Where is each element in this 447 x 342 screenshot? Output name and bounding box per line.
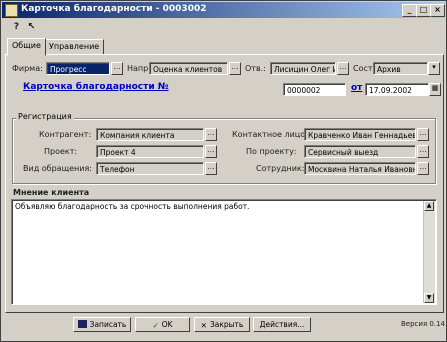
opinion-title: Мнение клиента <box>13 188 90 197</box>
card-link[interactable]: Карточка благодарности № <box>23 82 169 92</box>
scroll-down-icon[interactable]: ▼ <box>424 293 434 303</box>
help-icon[interactable]: ? <box>10 21 23 33</box>
opinion-scrollbar[interactable]: ▲ ▼ <box>423 201 435 303</box>
date-from-label: от <box>351 83 363 93</box>
employee-label: Сотрудник: <box>256 164 305 173</box>
document-icon <box>5 4 18 17</box>
contact-field[interactable]: Кравченко Иван Геннадьев <box>304 128 416 141</box>
channel-select-button[interactable]: … <box>205 162 217 175</box>
firm-field[interactable]: Прогресс <box>46 62 110 75</box>
direction-field[interactable]: Оценка клиентов <box>149 62 228 75</box>
calendar-button[interactable]: ▦ <box>429 83 441 96</box>
employee-select-button[interactable]: … <box>417 162 429 175</box>
pointer-icon[interactable]: ↖ <box>25 21 38 33</box>
title-bar[interactable]: Карточка благодарности - 0003002 _ □ × <box>2 2 445 18</box>
scroll-up-icon[interactable]: ▲ <box>424 201 434 211</box>
tab-general[interactable]: Общие <box>7 38 46 56</box>
subject-select-button[interactable]: … <box>417 145 429 158</box>
save-button-label: Записать <box>89 320 127 329</box>
maximize-button[interactable]: □ <box>416 4 431 17</box>
counterparty-field[interactable]: Компания клиента <box>96 128 204 141</box>
counterparty-label: Контрагент: <box>39 130 92 139</box>
registration-title: Регистрация <box>16 112 74 121</box>
toolbar: ? ↖ <box>2 19 445 36</box>
checkmark-icon: ✓ <box>152 321 159 330</box>
opinion-text: Объявляю благодарность за срочность выпо… <box>15 202 250 211</box>
actions-button[interactable]: Действия... <box>253 317 311 332</box>
firm-label: Фирма: <box>12 64 43 73</box>
app-window: Карточка благодарности - 0003002 _ □ × ?… <box>0 0 447 342</box>
subject-label: По проекту: <box>246 147 297 156</box>
direction-select-button[interactable]: … <box>229 62 241 75</box>
responsible-select-button[interactable]: … <box>337 62 349 75</box>
channel-label: Вид обращения: <box>23 164 92 173</box>
version-label: Версия 0.14 <box>401 320 445 328</box>
minimize-button[interactable]: _ <box>402 4 417 17</box>
close-window-button[interactable]: × <box>430 4 445 17</box>
counterparty-select-button[interactable]: … <box>205 128 217 141</box>
channel-field[interactable]: Телефон <box>96 162 204 175</box>
state-field[interactable]: Архив <box>373 62 428 75</box>
responsible-label: Отв.: <box>245 64 266 73</box>
window-title: Карточка благодарности - 0003002 <box>21 4 207 14</box>
state-dropdown-button[interactable]: ▾ <box>428 62 440 75</box>
date-field[interactable]: 17.09.2002 <box>365 83 429 96</box>
tab-panel: Фирма: Прогресс … Напр.: Оценка клиентов… <box>5 54 444 313</box>
subject-field[interactable]: Сервисный выезд <box>304 145 416 158</box>
project-select-button[interactable]: … <box>205 145 217 158</box>
cross-icon: ✕ <box>200 321 207 330</box>
tab-management[interactable]: Управление <box>44 39 105 55</box>
ok-button-label: OK <box>161 320 173 329</box>
card-number-field[interactable]: 0000002 <box>283 83 346 96</box>
close-button-label: Закрыть <box>209 320 244 329</box>
employee-field[interactable]: Москвина Наталья Ивановн <box>304 162 416 175</box>
contact-label: Контактное лицо: <box>232 130 308 139</box>
project-label: Проект: <box>44 147 78 156</box>
responsible-field[interactable]: Лисицин Олег И. <box>270 62 336 75</box>
close-button[interactable]: ✕ Закрыть <box>194 317 250 332</box>
firm-select-button[interactable]: … <box>111 62 123 75</box>
opinion-textarea[interactable]: Объявляю благодарность за срочность выпо… <box>11 199 437 305</box>
save-button[interactable]: Записать <box>73 317 131 332</box>
ok-button[interactable]: ✓ OK <box>135 317 190 332</box>
contact-select-button[interactable]: … <box>417 128 429 141</box>
project-field[interactable]: Проект 4 <box>96 145 204 158</box>
floppy-icon <box>77 320 87 328</box>
